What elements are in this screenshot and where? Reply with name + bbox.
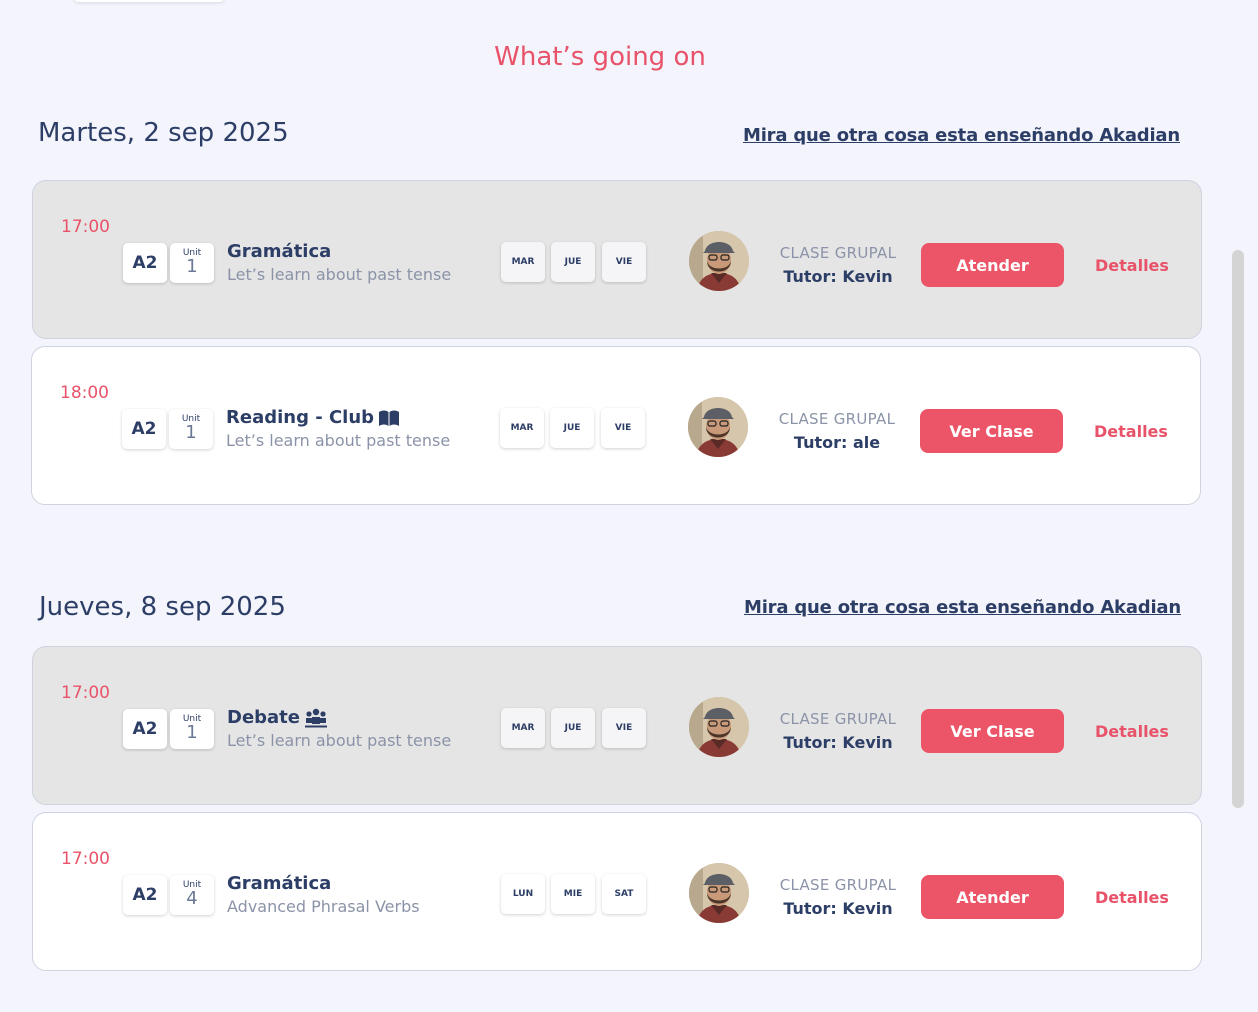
unit-badge: Unit 1 xyxy=(170,709,214,749)
class-card: 18:00 A2 Unit 1 Reading - Club Let’s lea… xyxy=(31,346,1201,505)
class-type: CLASE GRUPAL xyxy=(779,876,897,894)
class-name: Gramática xyxy=(227,241,331,262)
unit-number: 1 xyxy=(186,256,198,277)
tutor-name: Tutor: ale xyxy=(793,433,881,452)
class-card: 17:00 A2 Unit 4 Gramática Advanced Phras… xyxy=(32,812,1202,971)
class-card: 17:00 A2 Unit 1 Debate Let’s learn about… xyxy=(32,646,1202,805)
book-icon xyxy=(379,410,400,426)
class-description: Let’s learn about past tense xyxy=(227,265,452,284)
tutor-name: Tutor: Kevin xyxy=(783,267,893,286)
details-link[interactable]: Detalles xyxy=(1095,888,1169,907)
unit-number: 1 xyxy=(186,722,198,743)
class-type: CLASE GRUPAL xyxy=(779,244,897,262)
details-link[interactable]: Detalles xyxy=(1095,256,1169,275)
tutor-name: Tutor: Kevin xyxy=(783,733,893,752)
attend-button[interactable]: Atender xyxy=(921,875,1064,919)
day-chip: VIE xyxy=(601,408,645,448)
class-name-text: Gramática xyxy=(227,241,332,262)
day-chip: MAR xyxy=(500,408,544,448)
day-chip: JUE xyxy=(551,708,595,748)
class-description: Advanced Phrasal Verbs xyxy=(227,897,420,916)
tutor-name: Tutor: Kevin xyxy=(783,899,893,918)
class-time: 17:00 xyxy=(61,217,110,237)
avatar-photo-icon xyxy=(689,697,749,757)
avatar-photo-icon xyxy=(688,397,748,457)
tutor-avatar xyxy=(689,231,749,291)
day-chip: LUN xyxy=(501,874,545,914)
tutor-avatar xyxy=(689,697,749,757)
page-title: What’s going on xyxy=(494,42,706,72)
level-badge: A2 xyxy=(122,409,166,449)
unit-badge: Unit 1 xyxy=(170,243,214,283)
unit-number: 1 xyxy=(185,422,197,443)
details-link[interactable]: Detalles xyxy=(1095,722,1169,741)
view-class-button[interactable]: Ver Clase xyxy=(920,409,1063,453)
class-name: Reading - Club xyxy=(226,407,400,428)
level-badge: A2 xyxy=(123,875,167,915)
tutor-avatar xyxy=(688,397,748,457)
day-chip: JUE xyxy=(550,408,594,448)
attend-button[interactable]: Atender xyxy=(921,243,1064,287)
class-type: CLASE GRUPAL xyxy=(778,410,896,428)
class-time: 17:00 xyxy=(61,849,110,869)
day-chip: JUE xyxy=(551,242,595,282)
day-chip: VIE xyxy=(602,708,646,748)
avatar-photo-icon xyxy=(689,231,749,291)
unit-badge: Unit 1 xyxy=(169,409,213,449)
class-name-text: Gramática xyxy=(227,873,332,894)
scrollbar[interactable] xyxy=(1232,250,1244,808)
class-card: 17:00 A2 Unit 1 Gramática Let’s learn ab… xyxy=(32,180,1202,339)
level-badge: A2 xyxy=(123,709,167,749)
day-chip: MAR xyxy=(501,242,545,282)
day-chip: MAR xyxy=(501,708,545,748)
group-icon xyxy=(305,708,327,727)
date-heading: Martes, 2 sep 2025 xyxy=(38,118,289,148)
class-description: Let’s learn about past tense xyxy=(227,731,452,750)
class-name: Gramática xyxy=(227,873,331,894)
avatar-photo-icon xyxy=(689,863,749,923)
other-classes-link[interactable]: Mira que otra cosa esta enseñando Akadia… xyxy=(744,597,1181,618)
class-name: Debate xyxy=(227,707,328,728)
unit-badge: Unit 4 xyxy=(170,875,214,915)
date-heading: Jueves, 8 sep 2025 xyxy=(39,592,286,622)
details-link[interactable]: Detalles xyxy=(1094,422,1168,441)
class-name-text: Reading - Club xyxy=(226,407,375,428)
day-chip: SAT xyxy=(602,874,646,914)
day-chip: VIE xyxy=(602,242,646,282)
class-time: 18:00 xyxy=(60,383,109,403)
level-badge: A2 xyxy=(123,243,167,283)
class-description: Let’s learn about past tense xyxy=(226,431,451,450)
top-tab-edge xyxy=(74,0,224,2)
class-type: CLASE GRUPAL xyxy=(779,710,897,728)
view-class-button[interactable]: Ver Clase xyxy=(921,709,1064,753)
class-name-text: Debate xyxy=(227,707,300,728)
tutor-avatar xyxy=(689,863,749,923)
class-time: 17:00 xyxy=(61,683,110,703)
day-chip: MIE xyxy=(551,874,595,914)
unit-number: 4 xyxy=(186,888,198,909)
other-classes-link[interactable]: Mira que otra cosa esta enseñando Akadia… xyxy=(743,125,1180,146)
